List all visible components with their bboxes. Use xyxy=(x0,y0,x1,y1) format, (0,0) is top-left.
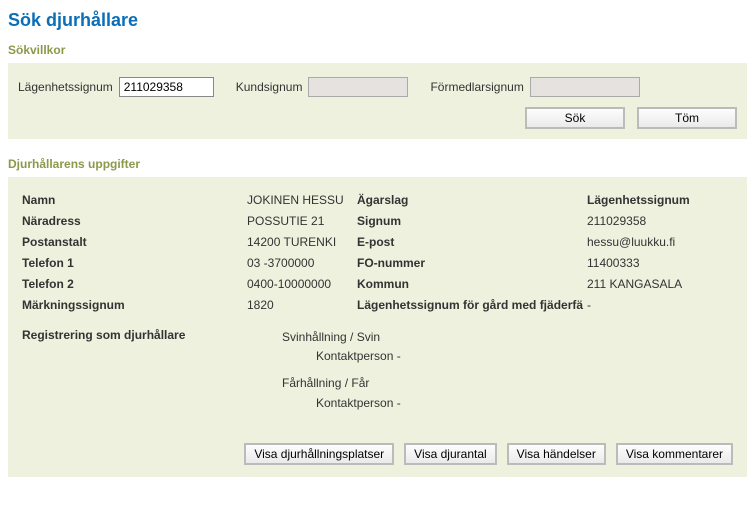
value-fjaderfa: - xyxy=(587,298,755,312)
input-lagenhet[interactable] xyxy=(119,77,214,97)
page-title: Sök djurhållare xyxy=(0,0,755,39)
details-grid: Namn JOKINEN HESSU Ägarslag Lägenhetssig… xyxy=(18,191,737,318)
value-namn: JOKINEN HESSU xyxy=(247,193,357,207)
details-panel: Namn JOKINEN HESSU Ägarslag Lägenhetssig… xyxy=(8,177,747,477)
label-kund: Kundsignum xyxy=(236,80,303,94)
label-naradress: Näradress xyxy=(22,214,247,228)
section-title-details: Djurhållarens uppgifter xyxy=(0,153,755,177)
visa-djurantal-button[interactable]: Visa djurantal xyxy=(404,443,497,465)
value-naradress: POSSUTIE 21 xyxy=(247,214,357,228)
label-registration: Registrering som djurhållare xyxy=(22,328,282,413)
value-lagenhet: 211029358 xyxy=(587,214,755,228)
label-signum: Signum xyxy=(357,214,587,228)
value-epost: hessu@luukku.fi xyxy=(587,235,755,249)
label-kommun: Kommun xyxy=(357,277,587,291)
visa-kommentarer-button[interactable]: Visa kommentarer xyxy=(616,443,733,465)
section-title-criteria: Sökvillkor xyxy=(0,39,755,63)
value-markning: 1820 xyxy=(247,298,357,312)
label-telefon2: Telefon 2 xyxy=(22,277,247,291)
registration-contact: Kontaktperson - xyxy=(282,347,733,366)
criteria-panel: Lägenhetssignum Kundsignum Förmedlarsign… xyxy=(8,63,747,139)
clear-button[interactable]: Töm xyxy=(637,107,737,129)
value-telefon1: 03 -3700000 xyxy=(247,256,357,270)
label-postanstalt: Postanstalt xyxy=(22,235,247,249)
label-markning: Märkningssignum xyxy=(22,298,247,312)
value-telefon2: 0400-10000000 xyxy=(247,277,357,291)
registration-block: Registrering som djurhållare Svinhållnin… xyxy=(18,318,737,419)
input-kund xyxy=(308,77,408,97)
label-fonummer: FO-nummer xyxy=(357,256,587,270)
visa-handelser-button[interactable]: Visa händelser xyxy=(507,443,606,465)
label-lagenhet-right: Lägenhetssignum xyxy=(587,193,755,207)
visa-djurhallningsplatser-button[interactable]: Visa djurhållningsplatser xyxy=(244,443,394,465)
label-lagenhet: Lägenhetssignum xyxy=(18,80,113,94)
criteria-button-row: Sök Töm xyxy=(18,107,737,129)
action-button-row: Visa djurhållningsplatser Visa djurantal… xyxy=(18,419,737,467)
value-fonummer: 11400333 xyxy=(587,256,755,270)
label-formedlar: Förmedlarsignum xyxy=(430,80,523,94)
label-telefon1: Telefon 1 xyxy=(22,256,247,270)
registration-contact: Kontaktperson - xyxy=(282,394,733,413)
value-kommun: 211 KANGASALA xyxy=(587,277,755,291)
input-formedlar xyxy=(530,77,640,97)
search-button[interactable]: Sök xyxy=(525,107,625,129)
criteria-row: Lägenhetssignum Kundsignum Förmedlarsign… xyxy=(18,77,737,97)
label-fjaderfa: Lägenhetssignum för gård med fjäderfä xyxy=(357,298,587,312)
registration-line: Fårhållning / Får xyxy=(282,374,733,393)
label-namn: Namn xyxy=(22,193,247,207)
label-agarslag: Ägarslag xyxy=(357,193,587,207)
label-epost: E-post xyxy=(357,235,587,249)
value-postanstalt: 14200 TURENKI xyxy=(247,235,357,249)
registration-line: Svinhållning / Svin xyxy=(282,328,733,347)
registration-entries: Svinhållning / Svin Kontaktperson - Fårh… xyxy=(282,328,733,413)
